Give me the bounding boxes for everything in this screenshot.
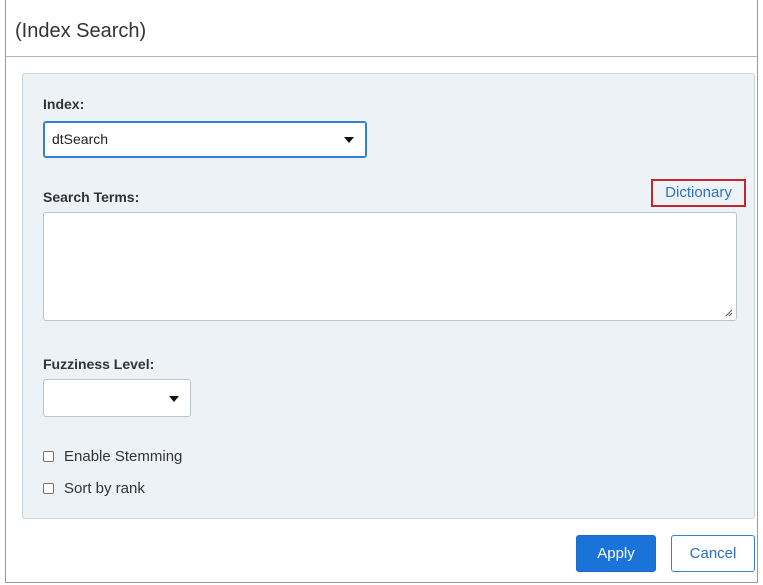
chevron-down-icon [169, 396, 179, 402]
index-select[interactable]: dtSearch [43, 121, 367, 158]
dictionary-link[interactable]: Dictionary [651, 179, 746, 207]
fuzziness-level-select[interactable] [43, 379, 191, 417]
search-terms-textarea[interactable] [43, 212, 737, 321]
apply-button[interactable]: Apply [576, 535, 656, 572]
search-options-panel: Index: dtSearch Search Terms: Dictionary… [22, 73, 755, 519]
enable-stemming-checkbox[interactable] [43, 451, 54, 462]
index-label: Index: [43, 96, 85, 112]
enable-stemming-option[interactable]: Enable Stemming [43, 448, 182, 465]
index-select-value: dtSearch [52, 131, 109, 147]
sort-by-rank-checkbox[interactable] [43, 483, 54, 494]
resize-grip-icon[interactable] [725, 309, 733, 317]
enable-stemming-label: Enable Stemming [64, 448, 183, 465]
sort-by-rank-label: Sort by rank [64, 480, 145, 497]
title-divider [6, 56, 757, 57]
index-search-dialog: (Index Search) Index: dtSearch Search Te… [5, 0, 758, 583]
cancel-button[interactable]: Cancel [671, 535, 755, 572]
chevron-down-icon [344, 137, 354, 143]
fuzziness-level-label: Fuzziness Level: [43, 356, 155, 372]
sort-by-rank-option[interactable]: Sort by rank [43, 480, 145, 497]
search-terms-label: Search Terms: [43, 189, 140, 205]
dialog-title: (Index Search) [15, 20, 147, 42]
